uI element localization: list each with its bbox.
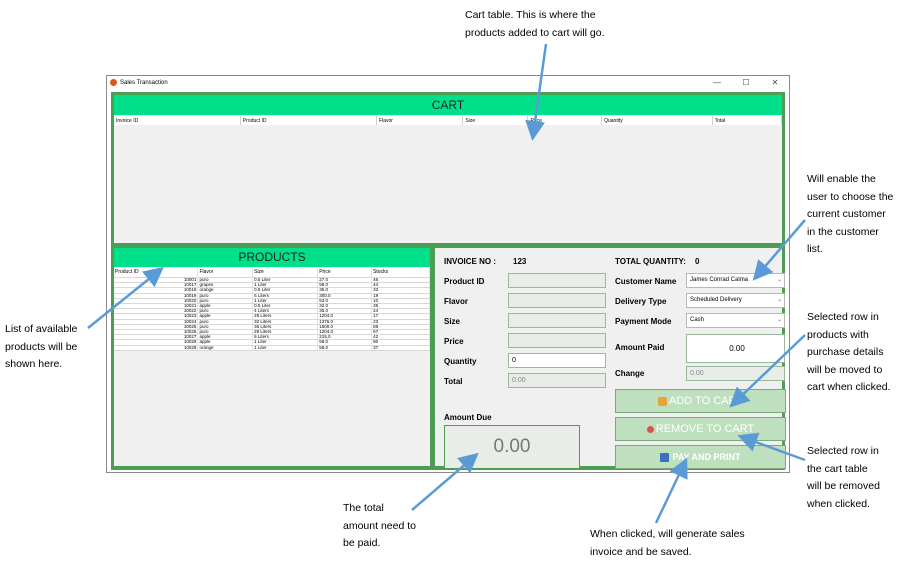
arrow-amount-due — [411, 452, 479, 511]
arrow-customer — [752, 219, 806, 281]
arrow-remove-from-cart — [737, 432, 806, 462]
arrow-add-to-cart — [729, 334, 806, 408]
arrow-products-list — [87, 266, 164, 329]
annotation-arrows — [87, 43, 806, 524]
arrow-pay-and-print — [654, 457, 688, 524]
arrow-cart-table — [525, 43, 548, 141]
